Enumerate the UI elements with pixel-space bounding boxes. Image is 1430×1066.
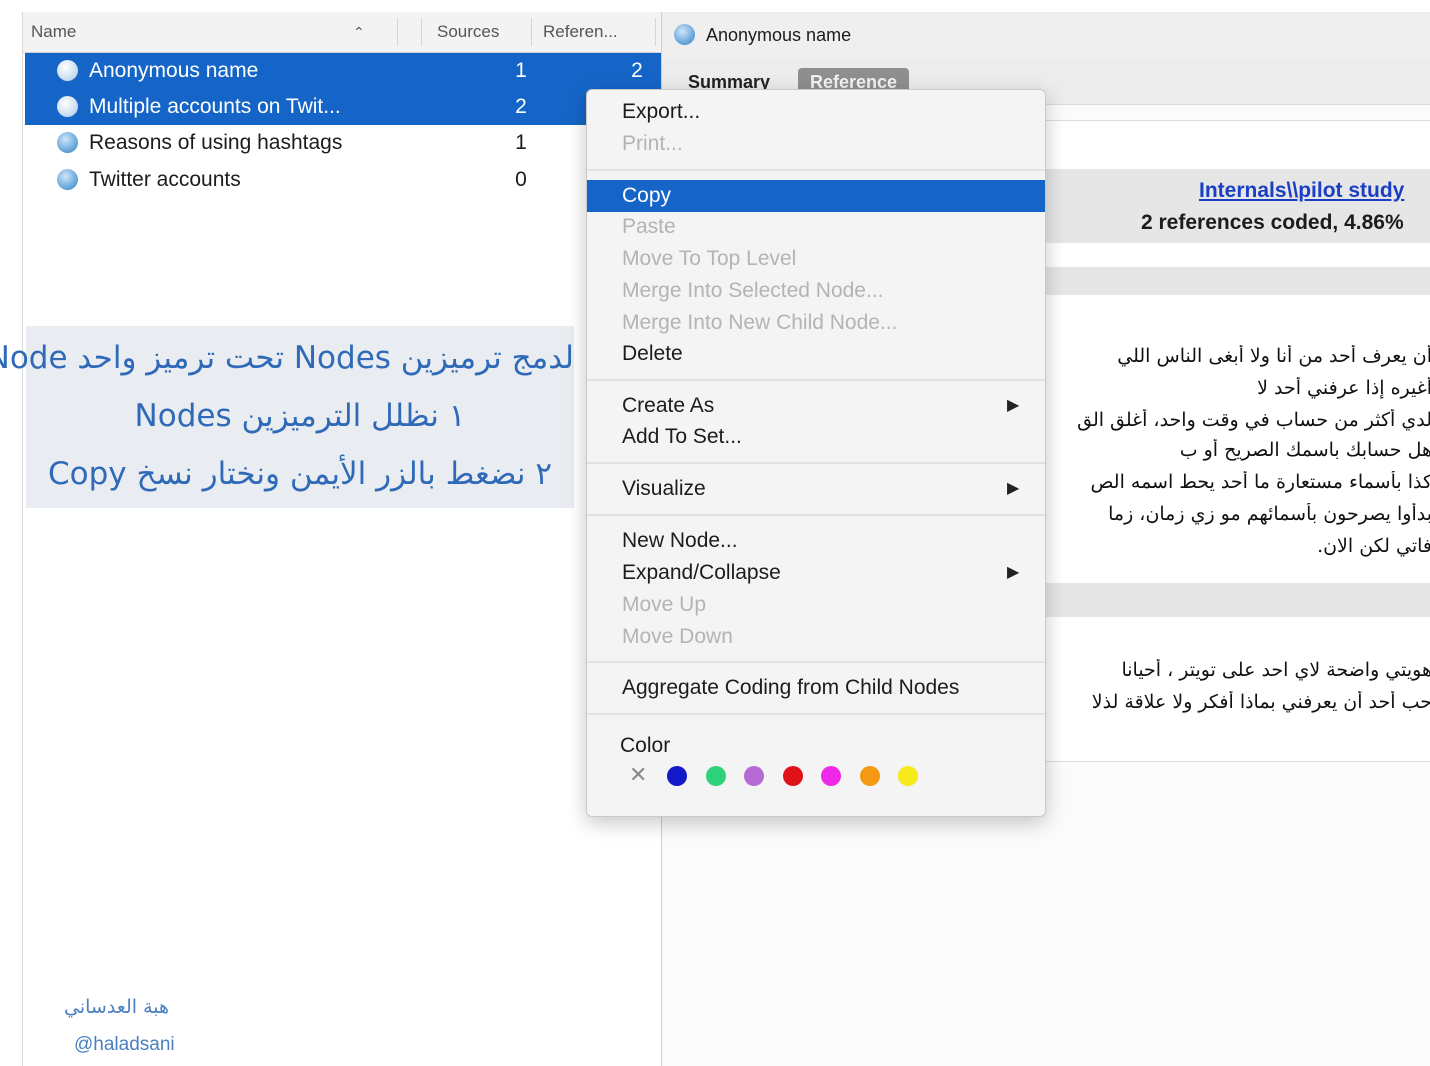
chevron-up-icon[interactable]: ⌃ [353, 12, 365, 52]
tree-row[interactable]: Twitter accounts 0 [25, 162, 661, 198]
color-swatch-purple[interactable] [744, 766, 764, 786]
menu-item-export[interactable]: Export... [587, 96, 1045, 128]
reference-text-line: لدي أكثر من حساب في وقت واحد، أغلق الق [1077, 409, 1430, 431]
reference-text-line: فاتي لكن الان. [1317, 535, 1430, 557]
menu-item-merge-into-new-child-node: Merge Into New Child Node... [622, 311, 898, 334]
color-swatch-green[interactable] [705, 766, 726, 786]
detail-title: Anonymous name [706, 25, 852, 45]
detail-header: Anonymous name [662, 12, 1430, 61]
menu-item-move-up: Move Up [622, 593, 707, 616]
triangle-right-icon: ▶ [1007, 480, 1020, 497]
node-sources: 1 [515, 59, 527, 82]
menu-item-copy[interactable]: Copy [587, 180, 1045, 212]
menu-item-print: Print... [622, 132, 683, 155]
menu-item-add-to-set[interactable]: Add To Set... [587, 421, 1045, 453]
node-globe-icon [57, 96, 78, 117]
color-swatch-orange[interactable] [859, 766, 880, 786]
color-swatch-magenta[interactable] [821, 766, 841, 786]
reference-text-line: هل حسابك باسمك الصريح أو ب [1179, 439, 1430, 461]
instruction-annotation: لدمج ترميزين Nodes تحت ترميز واحد Node ١… [0, 326, 574, 508]
reference-text-line: كذا بأسماء مستعارة ما أحد يحط اسمه الص [1090, 471, 1430, 493]
column-header: Name ⌃ Sources Referen... [23, 12, 661, 53]
node-name: Multiple accounts on Twit... [89, 95, 341, 118]
color-swatch-yellow[interactable] [898, 766, 918, 786]
reference-text-line: أن يعرف أحد من أنا ولا أبغى الناس اللي [1117, 345, 1430, 367]
triangle-right-icon: ▶ [1007, 397, 1020, 414]
color-swatch-red[interactable] [782, 766, 803, 786]
menu-item-expand-collapse[interactable]: Expand/Collapse ▶ [587, 557, 1045, 589]
tree-row[interactable]: Anonymous name 1 2 [25, 53, 661, 89]
triangle-right-icon: ▶ [1007, 564, 1020, 581]
menu-item-aggregate-coding[interactable]: Aggregate Coding from Child Nodes [587, 672, 1045, 704]
column-sources-header[interactable]: Sources [437, 12, 499, 52]
node-globe-icon [57, 60, 78, 81]
tree-row[interactable]: Multiple accounts on Twit... 2 [25, 89, 661, 125]
node-sources: 0 [515, 168, 527, 191]
reference-text-line: أغيره إذا عرفني أحد لا [1257, 377, 1430, 399]
node-globe-icon [674, 24, 695, 45]
tree-row[interactable]: Reasons of using hashtags 1 [25, 125, 661, 161]
close-icon[interactable]: ✕ [629, 762, 647, 788]
color-swatch-blue[interactable] [667, 766, 687, 786]
menu-item-new-node[interactable]: New Node... [587, 525, 1045, 557]
reference-text-line: بدأوا يصرحون بأسمائهم مو زي زمان، زما [1108, 503, 1430, 525]
context-menu: Export... Print... Copy Paste Move To To… [586, 89, 1046, 817]
column-references-header[interactable]: Referen... [543, 12, 618, 52]
menu-item-move-down: Move Down [622, 625, 733, 648]
column-name-header[interactable]: Name [31, 12, 76, 52]
node-globe-icon [57, 132, 78, 153]
node-sources: 1 [515, 131, 527, 154]
author-handle: @haladsani [74, 1034, 175, 1055]
node-sources: 2 [515, 95, 527, 118]
coded-summary: 2 references coded, 4.86% [1141, 211, 1404, 234]
menu-item-create-as[interactable]: Create As ▶ [587, 390, 1045, 422]
author-name: هبة العدساني [64, 996, 170, 1018]
menu-item-move-to-top-level: Move To Top Level [622, 247, 797, 270]
reference-divider [1043, 267, 1430, 295]
menu-item-paste: Paste [622, 215, 676, 238]
annotation-line-3: ٢ نضغط بالزر الأيمن ونختار نسخ Copy [47, 456, 553, 492]
reference-text-line: هويتي واضحة لاي احد على تويتر ، أحيانا [1121, 659, 1430, 681]
menu-item-merge-into-selected-node: Merge Into Selected Node... [622, 279, 884, 302]
annotation-line-2: ١ نظلل الترميزين Nodes [134, 398, 466, 434]
reference-text-line: حب أحد أن يعرفني بماذا أفكر ولا علاقة لذ… [1091, 691, 1430, 713]
source-header-band: Internals\\pilot study 2 references code… [1043, 169, 1430, 243]
node-name: Anonymous name [89, 59, 259, 82]
source-link[interactable]: Internals\\pilot study [1199, 179, 1404, 203]
reference-divider [1043, 583, 1430, 617]
menu-item-delete[interactable]: Delete [587, 338, 1045, 370]
nodes-panel: Name ⌃ Sources Referen... Anonymous name… [22, 12, 661, 1066]
menu-item-visualize[interactable]: Visualize ▶ [587, 473, 1045, 505]
node-references: 2 [631, 59, 643, 82]
reference-content: Internals\\pilot study 2 references code… [1042, 120, 1430, 762]
menu-color-label: Color [620, 734, 671, 757]
node-name: Reasons of using hashtags [89, 131, 343, 154]
annotation-line-1: لدمج ترميزين Nodes تحت ترميز واحد Node [0, 340, 574, 376]
node-globe-icon [57, 169, 78, 190]
node-name: Twitter accounts [89, 168, 241, 191]
